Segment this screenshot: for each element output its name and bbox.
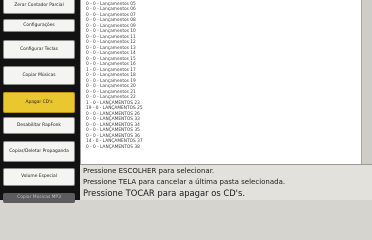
instruction-delete: Pressione TOCAR para apagar os CD's.: [83, 188, 245, 198]
volume-especial-button[interactable]: Volume Especial: [3, 168, 75, 186]
list-item[interactable]: 0 - 0 - LANÇAMENTOS 33: [86, 117, 143, 123]
list-item[interactable]: 0 - 0 - Lançamentos 12: [86, 40, 143, 46]
list-item[interactable]: 0 - 0 - Lançamentos 10: [86, 29, 143, 35]
instructions-panel: Pressione ESCOLHER para selecionar. Pres…: [80, 164, 372, 200]
list-item[interactable]: 0 - 0 - Lançamentos 20: [86, 84, 143, 90]
list-item[interactable]: 19 - 0 - LANÇAMENTOS 25: [86, 106, 143, 112]
instruction-cancel: Pressione TELA para cancelar a última pa…: [83, 178, 286, 186]
list-item[interactable]: 0 - 0 - Lançamentos 22: [86, 95, 143, 101]
configurar-teclas-button[interactable]: Configurar Teclas: [3, 40, 75, 59]
configuracoes-button[interactable]: Configurações: [3, 19, 75, 32]
copiar-musicas-mp3-button[interactable]: Copiar Músicas MP3: [3, 193, 75, 203]
folder-list: 0 - 0 - Lançamentos 040 - 0 - Lançamento…: [86, 0, 143, 150]
list-scrollbar[interactable]: [361, 0, 372, 164]
list-item[interactable]: 14 - 0 - LANÇAMENTOS 37: [86, 139, 143, 145]
instruction-select: Pressione ESCOLHER para selecionar.: [83, 167, 215, 175]
list-item[interactable]: 0 - 0 - Lançamentos 06: [86, 7, 143, 13]
apagar-cds-button[interactable]: Apagar CD's: [3, 92, 75, 113]
copiar-deletar-propaganda-button[interactable]: Copiar/Deletar Propaganda: [3, 141, 75, 162]
folder-list-panel: 0 - 0 - Lançamentos 040 - 0 - Lançamento…: [80, 0, 361, 164]
desabilitar-rapfonk-button[interactable]: Desabilitar RapFonk: [3, 117, 75, 134]
zerar-contador-parcial-button[interactable]: Zerar Contador Parcial: [3, 0, 75, 14]
list-item[interactable]: 0 - 0 - LANÇAMENTOS 38: [86, 145, 143, 151]
list-item[interactable]: 0 - 0 - LANÇAMENTOS 35: [86, 128, 143, 134]
sidebar-menu: Zerar Contador Parcial Configurações Con…: [0, 0, 80, 203]
list-item[interactable]: 0 - 0 - Lançamentos 18: [86, 73, 143, 79]
list-item[interactable]: 0 - 0 - Lançamentos 16: [86, 62, 143, 68]
list-item[interactable]: 0 - 0 - Lançamentos 08: [86, 18, 143, 24]
copiar-musicas-button[interactable]: Copiar Músicas: [3, 66, 75, 85]
list-item[interactable]: 0 - 0 - Lançamentos 14: [86, 51, 143, 57]
